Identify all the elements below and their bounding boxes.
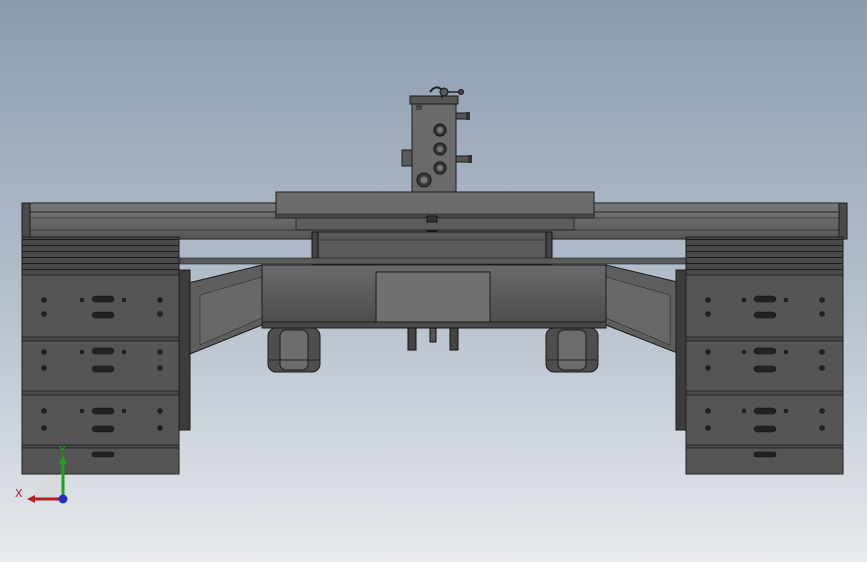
support-roller-right xyxy=(545,327,599,373)
center-platform xyxy=(275,191,595,238)
triad-plane xyxy=(32,474,62,500)
cad-drawing: Y X xyxy=(15,86,848,504)
x-axis-label: X xyxy=(15,487,23,500)
z-axis-dot xyxy=(58,494,68,504)
cad-viewport[interactable]: Y X xyxy=(0,0,867,562)
x-axis-arrow xyxy=(27,495,35,503)
valve-block xyxy=(401,86,472,193)
y-axis-label: Y xyxy=(58,444,66,457)
center-frame xyxy=(179,231,691,359)
left-track xyxy=(21,236,191,475)
support-roller-left xyxy=(267,327,321,373)
right-track xyxy=(675,236,844,475)
